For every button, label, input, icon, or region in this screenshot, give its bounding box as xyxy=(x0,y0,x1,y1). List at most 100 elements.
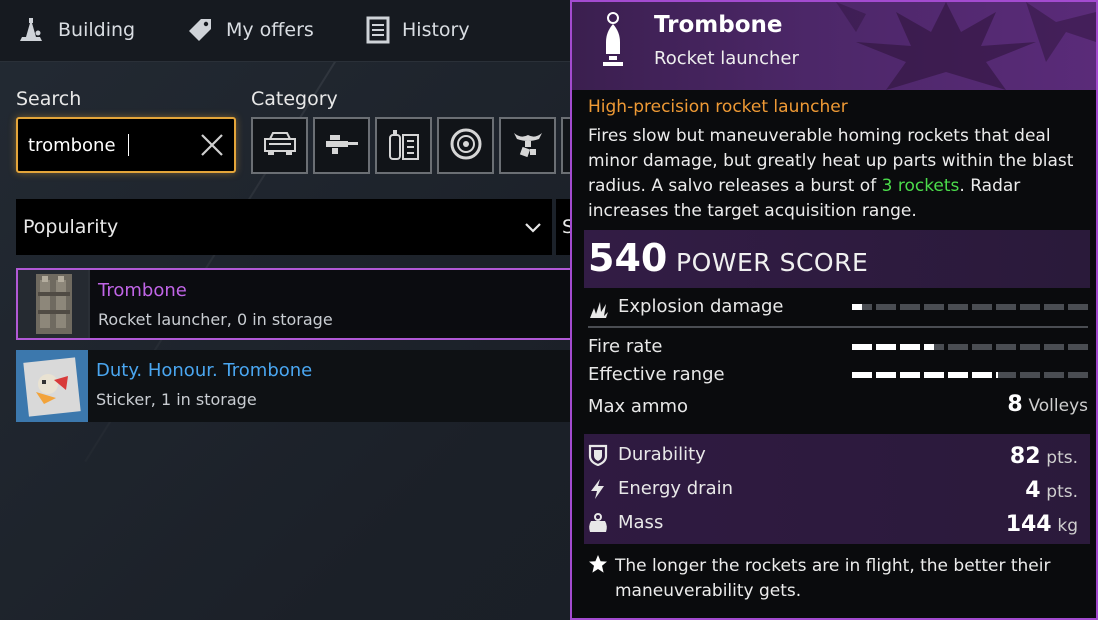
stat-bar-segment xyxy=(900,304,920,310)
result-item-name: Duty. Honour. Trombone xyxy=(96,360,313,381)
effective-range-bar xyxy=(852,372,1088,378)
attr-label: Mass xyxy=(618,512,664,533)
description-highlight: 3 rockets xyxy=(881,176,960,196)
weight-icon xyxy=(588,512,608,539)
attr-mass: Mass 144 kg xyxy=(588,510,1078,540)
stat-divider xyxy=(588,326,1088,328)
result-item-sticker[interactable]: Duty. Honour. Trombone Sticker, 1 in sto… xyxy=(16,350,576,422)
mass-value: 144 kg xyxy=(1006,512,1078,537)
stat-max-ammo: Max ammo 8 Volleys xyxy=(588,392,1088,422)
cabin-icon xyxy=(263,131,297,161)
attributes-band: Durability 82 pts. Energy drain 4 pts. M… xyxy=(584,434,1090,544)
stat-bar-segment xyxy=(876,344,896,350)
energy-drain-unit: pts. xyxy=(1046,482,1078,502)
nav-history[interactable]: History xyxy=(366,14,470,46)
stat-bar-segment xyxy=(972,372,992,378)
faction-ornament-icon xyxy=(836,2,1096,90)
decor-icon xyxy=(511,127,545,165)
clear-icon[interactable] xyxy=(200,133,224,161)
item-description: Fires slow but maneuverable homing rocke… xyxy=(588,124,1088,224)
stat-bar-segment xyxy=(1044,344,1064,350)
nav-building-label: Building xyxy=(58,19,136,41)
stat-bar-segment xyxy=(1044,304,1064,310)
shield-icon xyxy=(588,444,608,471)
energy-drain-value: 4 pts. xyxy=(1025,478,1078,503)
lightning-icon xyxy=(588,478,608,505)
stat-bar-segment xyxy=(1044,372,1064,378)
stat-bar-segment xyxy=(972,344,992,350)
category-wheels[interactable] xyxy=(437,117,494,174)
item-tooltip: Trombone Rocket launcher High-precision … xyxy=(570,0,1098,620)
stat-bar-segment xyxy=(852,372,872,378)
search-box xyxy=(16,117,236,173)
rarity-label: High-precision rocket launcher xyxy=(588,97,848,117)
stat-bar-segment xyxy=(948,344,968,350)
stat-bar-segment xyxy=(924,304,944,310)
stat-bar-segment xyxy=(972,304,992,310)
star-icon xyxy=(588,554,608,582)
module-icon xyxy=(388,127,420,165)
result-item-subtitle: Rocket launcher, 0 in storage xyxy=(98,310,333,329)
category-weapons[interactable] xyxy=(313,117,370,174)
result-item-trombone[interactable]: Trombone Rocket launcher, 0 in storage xyxy=(16,268,576,340)
nav-my-offers-label: My offers xyxy=(226,19,314,41)
stat-bar-segment xyxy=(876,372,896,378)
note-text: The longer the rockets are in flight, th… xyxy=(615,556,1051,601)
energy-drain-number: 4 xyxy=(1025,478,1041,503)
chevron-down-icon xyxy=(524,218,542,240)
rocket-launcher-icon xyxy=(598,12,628,72)
result-item-name: Trombone xyxy=(98,280,187,301)
stat-bar-segment xyxy=(1068,304,1088,310)
power-score-value: 540 xyxy=(588,236,668,280)
durability-value: 82 pts. xyxy=(1010,444,1078,469)
durability-number: 82 xyxy=(1009,444,1041,469)
stat-bar-segment xyxy=(900,372,920,378)
weapon-icon xyxy=(324,131,360,161)
max-ammo-unit: Volleys xyxy=(1028,396,1088,416)
fire-rate-bar xyxy=(852,344,1088,350)
item-note: The longer the rockets are in flight, th… xyxy=(588,554,1088,604)
stat-fire-rate: Fire rate xyxy=(588,336,1088,362)
stat-bar-segment xyxy=(852,344,872,350)
stat-explosion-damage: Explosion damage xyxy=(588,296,1088,322)
mass-number: 144 xyxy=(1005,512,1052,537)
power-score-label: POWER SCORE xyxy=(676,248,869,277)
category-modules[interactable] xyxy=(375,117,432,174)
stat-bar-segment xyxy=(996,304,1016,310)
stat-bar-segment xyxy=(996,344,1016,350)
stat-bar-segment xyxy=(1068,372,1088,378)
tooltip-title: Trombone xyxy=(654,12,783,38)
stat-bar-segment xyxy=(852,304,872,310)
category-decor[interactable] xyxy=(499,117,556,174)
stat-bar-segment xyxy=(1020,372,1040,378)
stat-bar-segment xyxy=(924,372,944,378)
mass-unit: kg xyxy=(1057,516,1078,536)
sticker-thumbnail xyxy=(16,350,88,422)
nav-my-offers[interactable]: My offers xyxy=(186,14,314,46)
explosion-damage-bar xyxy=(852,304,1088,310)
power-score-band: 540 POWER SCORE xyxy=(584,230,1090,288)
search-label: Search xyxy=(16,88,82,110)
nav-history-label: History xyxy=(402,19,470,41)
attr-label: Energy drain xyxy=(618,478,734,499)
stat-bar-segment xyxy=(1020,304,1040,310)
attr-label: Durability xyxy=(618,444,706,465)
attr-durability: Durability 82 pts. xyxy=(588,442,1078,472)
nav-building[interactable]: Building xyxy=(16,14,135,46)
text-caret xyxy=(128,134,129,156)
stat-label: Max ammo xyxy=(588,396,689,417)
sort-select[interactable]: Popularity xyxy=(16,199,552,255)
document-icon xyxy=(366,16,390,44)
stat-label: Explosion damage xyxy=(618,296,784,317)
stat-effective-range: Effective range xyxy=(588,364,1088,390)
stat-bar-segment xyxy=(948,372,968,378)
crane-icon xyxy=(16,15,46,45)
durability-unit: pts. xyxy=(1046,448,1078,468)
stat-bar-segment xyxy=(924,344,944,350)
category-label: Category xyxy=(251,88,338,110)
search-input[interactable] xyxy=(28,125,198,165)
max-ammo-number: 8 xyxy=(1007,392,1023,417)
category-cabin[interactable] xyxy=(251,117,308,174)
result-item-subtitle: Sticker, 1 in storage xyxy=(96,390,257,409)
stat-label: Fire rate xyxy=(588,336,663,357)
